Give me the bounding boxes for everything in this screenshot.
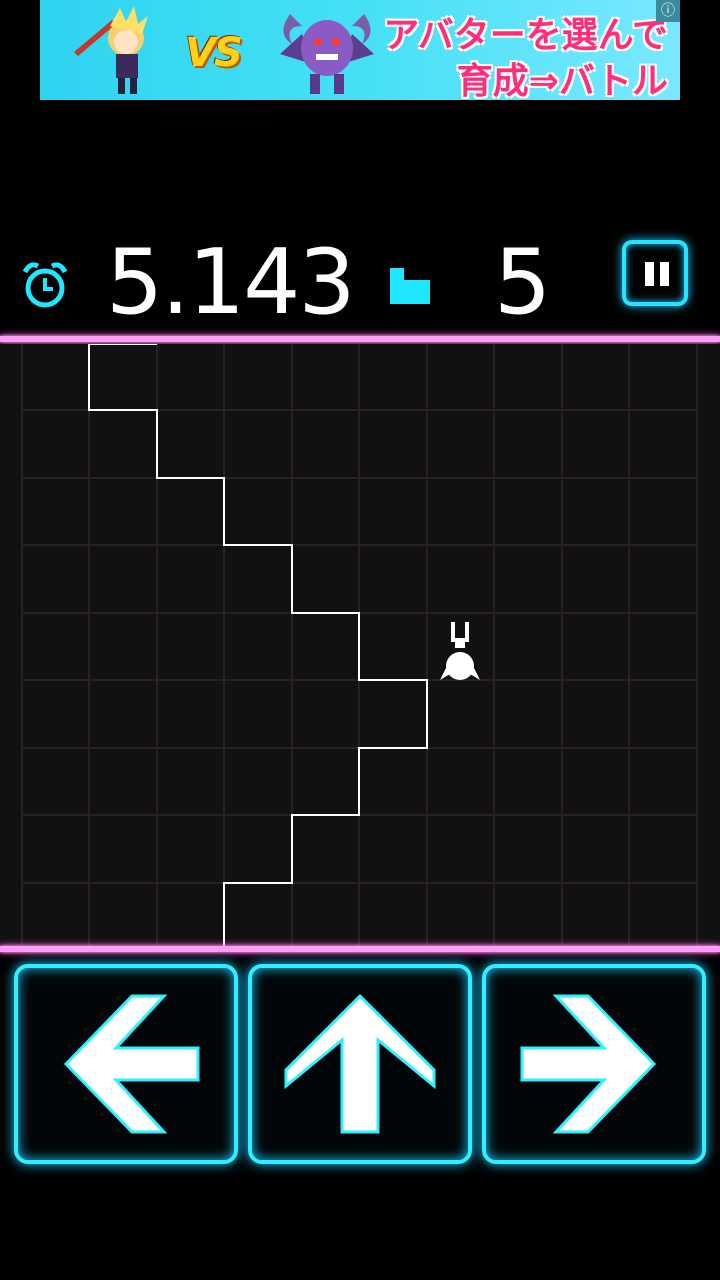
move-right-button[interactable] — [482, 964, 706, 1164]
move-left-button[interactable] — [14, 964, 238, 1164]
move-up-button[interactable] — [248, 964, 472, 1164]
arrow-right-icon — [520, 994, 657, 1134]
ad-subline: 育成⇒バトル — [456, 61, 668, 100]
vs-label: VS — [185, 30, 243, 76]
step-count: 5 — [494, 230, 552, 335]
ad-headline: アバターを選んで — [383, 15, 668, 56]
elapsed-time: 5.143 — [106, 230, 356, 335]
play-field — [0, 343, 720, 948]
arrow-left-icon — [63, 994, 200, 1134]
hud-bar: 5.143 5 — [0, 230, 720, 335]
pause-button[interactable] — [622, 240, 688, 306]
arrow-up-icon — [284, 993, 436, 1134]
stairs-icon — [390, 268, 430, 304]
field-top-border — [0, 336, 720, 342]
play-field-canvas — [21, 343, 698, 948]
monster-character-image — [280, 14, 374, 94]
info-icon[interactable]: ⓘ — [656, 0, 680, 22]
hero-character-image — [74, 6, 148, 94]
field-bottom-border — [0, 946, 720, 952]
ad-banner[interactable]: VS アバターを選んで 育成⇒バトル ⓘ — [40, 0, 680, 100]
staircase-path — [88, 343, 428, 948]
alarm-clock-icon — [22, 262, 68, 308]
rabbit-player — [440, 622, 480, 680]
